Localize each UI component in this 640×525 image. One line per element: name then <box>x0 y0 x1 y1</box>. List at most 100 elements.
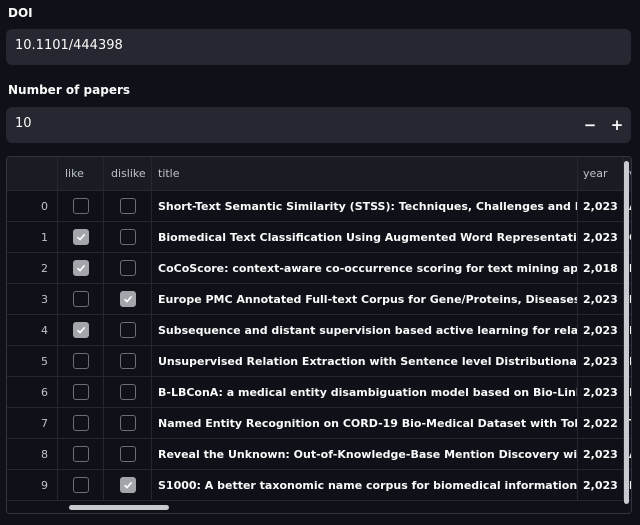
like-cell[interactable] <box>58 439 104 469</box>
title-cell[interactable]: Named Entity Recognition on CORD-19 Bio-… <box>152 408 578 438</box>
year-cell[interactable]: 2,023 <box>578 377 624 407</box>
year-cell[interactable]: 2,018 <box>578 253 624 283</box>
year-cell[interactable]: 2,023 <box>578 439 624 469</box>
doi-label: DOI <box>8 6 33 20</box>
like-cell[interactable] <box>58 191 104 221</box>
like-cell[interactable] <box>58 284 104 314</box>
title-cell[interactable]: Europe PMC Annotated Full-text Corpus fo… <box>152 284 578 314</box>
dislike-cell[interactable] <box>104 253 152 283</box>
title-cell[interactable]: Short-Text Semantic Similarity (STSS): T… <box>152 191 578 221</box>
like-checkbox[interactable] <box>72 229 89 245</box>
like-checkbox[interactable] <box>72 260 89 276</box>
dislike-cell[interactable] <box>104 315 152 345</box>
table-row[interactable]: 9 S1000: A better taxonomic name corpus f… <box>7 470 631 501</box>
minus-icon: − <box>583 116 597 134</box>
title-cell[interactable]: Reveal the Unknown: Out-of-Knowledge-Bas… <box>152 439 578 469</box>
like-checkbox[interactable] <box>72 198 89 214</box>
like-checkbox[interactable] <box>72 446 89 462</box>
dislike-cell[interactable] <box>104 284 152 314</box>
dislike-checkbox[interactable] <box>119 353 136 369</box>
like-checkbox[interactable] <box>72 322 89 338</box>
dislike-cell[interactable] <box>104 408 152 438</box>
table-row[interactable]: 7 Named Entity Recognition on CORD-19 Bio… <box>7 408 631 439</box>
title-cell[interactable]: B-LBConA: a medical entity disambiguatio… <box>152 377 578 407</box>
like-cell[interactable] <box>58 346 104 376</box>
dislike-checkbox[interactable] <box>119 446 136 462</box>
title-cell[interactable]: Subsequence and distant supervision base… <box>152 315 578 345</box>
num-papers-stepper[interactable]: 10 − + <box>6 107 631 143</box>
dislike-checkbox[interactable] <box>119 477 136 493</box>
num-papers-value[interactable]: 10 <box>15 116 32 131</box>
year-cell[interactable]: 2,023 <box>578 284 624 314</box>
row-index: 4 <box>7 315 58 345</box>
row-index: 5 <box>7 346 58 376</box>
header-like[interactable]: like <box>58 157 104 190</box>
like-cell[interactable] <box>58 470 104 500</box>
header-title[interactable]: title <box>152 157 578 190</box>
dislike-checkbox[interactable] <box>119 322 136 338</box>
grid-header: like dislike title year v <box>7 157 631 191</box>
year-cell[interactable]: 2,023 <box>578 470 624 500</box>
like-cell[interactable] <box>58 408 104 438</box>
dislike-checkbox[interactable] <box>119 384 136 400</box>
horizontal-scrollbar[interactable] <box>69 505 169 510</box>
row-index: 7 <box>7 408 58 438</box>
year-cell[interactable]: 2,023 <box>578 346 624 376</box>
table-row[interactable]: 0 Short-Text Semantic Similarity (STSS): … <box>7 191 631 222</box>
year-cell[interactable]: 2,023 <box>578 222 624 252</box>
dislike-cell[interactable] <box>104 222 152 252</box>
dislike-checkbox[interactable] <box>119 260 136 276</box>
year-cell[interactable]: 2,023 <box>578 315 624 345</box>
doi-input-value[interactable]: 10.1101/444398 <box>15 38 123 53</box>
table-row[interactable]: 4 Subsequence and distant supervision bas… <box>7 315 631 346</box>
row-index: 0 <box>7 191 58 221</box>
like-checkbox[interactable] <box>72 477 89 493</box>
check-icon <box>123 294 133 304</box>
table-row[interactable]: 1 Biomedical Text Classification Using Au… <box>7 222 631 253</box>
title-cell[interactable]: Biomedical Text Classification Using Aug… <box>152 222 578 252</box>
like-cell[interactable] <box>58 222 104 252</box>
table-row[interactable]: 3 Europe PMC Annotated Full-text Corpus f… <box>7 284 631 315</box>
like-checkbox[interactable] <box>72 353 89 369</box>
table-row[interactable]: 5 Unsupervised Relation Extraction with S… <box>7 346 631 377</box>
check-icon <box>76 263 86 273</box>
like-cell[interactable] <box>58 377 104 407</box>
dislike-checkbox[interactable] <box>119 291 136 307</box>
header-dislike[interactable]: dislike <box>104 157 152 190</box>
vertical-scrollbar[interactable] <box>624 161 629 504</box>
title-cell[interactable]: Unsupervised Relation Extraction with Se… <box>152 346 578 376</box>
dislike-cell[interactable] <box>104 470 152 500</box>
decrement-button[interactable]: − <box>576 107 604 143</box>
check-icon <box>123 480 133 490</box>
dislike-checkbox[interactable] <box>119 198 136 214</box>
papers-grid[interactable]: like dislike title year v 0 Short-Text Se… <box>6 156 632 514</box>
table-row[interactable]: 8 Reveal the Unknown: Out-of-Knowledge-Ba… <box>7 439 631 470</box>
like-checkbox[interactable] <box>72 384 89 400</box>
title-cell[interactable]: CoCoScore: context-aware co-occurrence s… <box>152 253 578 283</box>
plus-icon: + <box>610 116 624 134</box>
dislike-cell[interactable] <box>104 377 152 407</box>
table-row[interactable]: 2 CoCoScore: context-aware co-occurrence … <box>7 253 631 284</box>
dislike-cell[interactable] <box>104 346 152 376</box>
row-index: 8 <box>7 439 58 469</box>
dislike-cell[interactable] <box>104 191 152 221</box>
like-cell[interactable] <box>58 315 104 345</box>
row-index: 6 <box>7 377 58 407</box>
like-checkbox[interactable] <box>72 291 89 307</box>
row-index: 3 <box>7 284 58 314</box>
title-cell[interactable]: S1000: A better taxonomic name corpus fo… <box>152 470 578 500</box>
dislike-checkbox[interactable] <box>119 415 136 431</box>
like-checkbox[interactable] <box>72 415 89 431</box>
year-cell[interactable]: 2,023 <box>578 191 624 221</box>
dislike-checkbox[interactable] <box>119 229 136 245</box>
dislike-cell[interactable] <box>104 439 152 469</box>
year-cell[interactable]: 2,022 <box>578 408 624 438</box>
row-index: 9 <box>7 470 58 500</box>
like-cell[interactable] <box>58 253 104 283</box>
table-row[interactable]: 6 B-LBConA: a medical entity disambiguati… <box>7 377 631 408</box>
doi-input[interactable]: 10.1101/444398 <box>6 29 631 65</box>
check-icon <box>76 232 86 242</box>
check-icon <box>76 325 86 335</box>
increment-button[interactable]: + <box>603 107 631 143</box>
header-year[interactable]: year <box>578 157 624 190</box>
